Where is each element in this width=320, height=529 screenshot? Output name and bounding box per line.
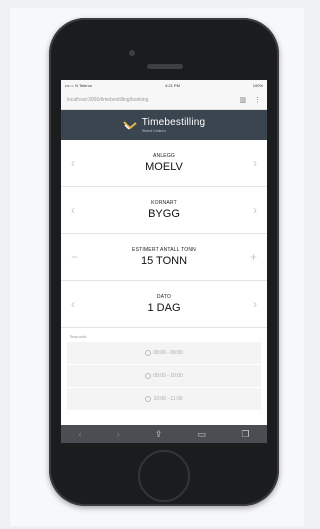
phone-screen: •••○○ N Telenor 4:21 PM 100% localhost:3… xyxy=(61,80,267,443)
radio-icon[interactable] xyxy=(145,396,152,402)
app-title: Timebestilling xyxy=(141,117,206,128)
field-label: ESTIMERT ANTALL TONN xyxy=(132,247,196,253)
more-menu-icon[interactable]: ⋮ xyxy=(254,96,261,104)
app-subtitle: Strand Unikorn xyxy=(141,129,166,133)
time-slot[interactable]: 09:00 - 10:00 xyxy=(67,365,261,388)
time-slot[interactable]: 10:00 - 11:00 xyxy=(67,388,261,411)
prev-chevron-icon[interactable]: ‹ xyxy=(71,298,75,310)
back-arrow-icon[interactable]: ‹ xyxy=(79,429,82,439)
next-chevron-icon[interactable]: › xyxy=(253,204,257,216)
forward-arrow-icon[interactable]: › xyxy=(117,429,120,439)
logo-icon xyxy=(123,121,137,130)
bookmarks-icon[interactable]: ▭ xyxy=(198,429,207,440)
plus-icon[interactable]: + xyxy=(250,251,257,263)
field-dato: ‹ DATO 1 DAG › xyxy=(61,281,267,328)
app-header: Timebestilling Strand Unikorn xyxy=(61,110,267,140)
status-time: 4:21 PM xyxy=(165,83,180,88)
field-anlegg: ‹ ANLEGG MOELV › xyxy=(61,140,267,187)
minus-icon[interactable]: − xyxy=(71,251,78,263)
address-bar[interactable]: localhost:3000/timebestilling/booking ▥ … xyxy=(61,91,267,110)
field-kornart: ‹ KORNART BYGG › xyxy=(61,187,267,234)
home-button[interactable] xyxy=(138,450,190,502)
next-chevron-icon[interactable]: › xyxy=(253,157,257,169)
prev-chevron-icon[interactable]: ‹ xyxy=(71,204,75,216)
front-camera xyxy=(129,50,135,56)
time-slot[interactable]: 08:00 - 09:00 xyxy=(67,342,261,365)
safari-toolbar: ‹ › ⇪ ▭ ❐ xyxy=(61,425,267,443)
field-value: MOELV xyxy=(145,161,183,173)
phone-frame: •••○○ N Telenor 4:21 PM 100% localhost:3… xyxy=(49,18,279,506)
time-slot-label: 08:00 - 09:00 xyxy=(153,350,183,356)
carrier-label: •••○○ N Telenor xyxy=(65,83,93,88)
reader-icon[interactable]: ▥ xyxy=(239,96,246,104)
tabs-icon[interactable]: ❐ xyxy=(241,429,249,440)
field-label: KORNART xyxy=(151,200,177,206)
url-field[interactable]: localhost:3000/timebestilling/booking xyxy=(67,97,231,103)
radio-icon[interactable] xyxy=(145,373,152,379)
share-icon[interactable]: ⇪ xyxy=(155,429,163,440)
field-label: DATO xyxy=(156,294,172,300)
field-antall-tonn: − ESTIMERT ANTALL TONN 15 TONN + xyxy=(61,234,267,281)
radio-icon[interactable] xyxy=(145,350,152,356)
prev-chevron-icon[interactable]: ‹ xyxy=(71,157,75,169)
field-label: ANLEGG xyxy=(152,153,176,159)
time-slot-label: 09:00 - 10:00 xyxy=(153,373,183,379)
field-value: 1 DAG xyxy=(147,302,181,314)
status-bar: •••○○ N Telenor 4:21 PM 100% xyxy=(61,80,267,91)
time-slot-label: 10:00 - 11:00 xyxy=(153,396,183,402)
tidspunkt-label: Tidspunkt xyxy=(69,334,87,339)
field-value: BYGG xyxy=(148,208,180,220)
field-value: 15 TONN xyxy=(140,255,188,267)
next-chevron-icon[interactable]: › xyxy=(253,298,257,310)
earpiece-speaker xyxy=(147,64,183,69)
battery-label: 100% xyxy=(252,83,263,88)
